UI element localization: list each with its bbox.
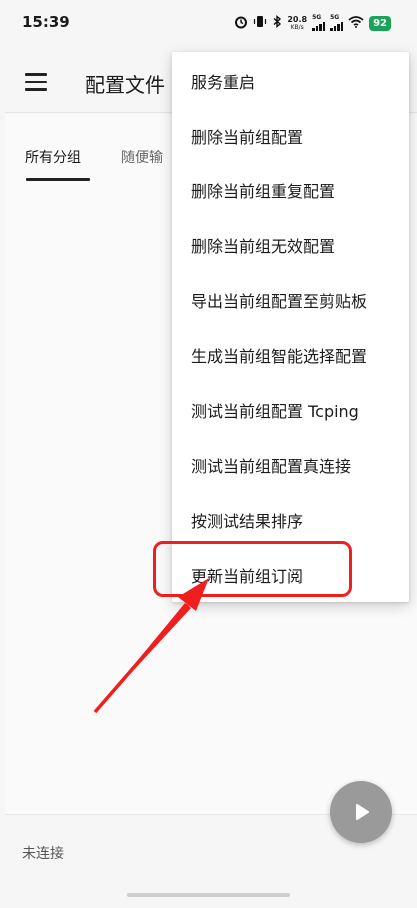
network-speed-unit: KB/s — [290, 23, 304, 31]
status-time: 15:39 — [22, 13, 70, 31]
start-connection-button[interactable] — [330, 781, 392, 843]
battery-icon: 92 — [369, 15, 391, 31]
hamburger-menu-icon[interactable] — [25, 73, 47, 91]
signal-icon — [330, 21, 344, 31]
wifi-icon — [348, 15, 364, 31]
status-icons: 20.8 KB/s 5G 5G 92 — [234, 13, 391, 33]
connection-status: 未连接 — [22, 846, 64, 862]
menu-item-generate-smart-config[interactable]: 生成当前组智能选择配置 — [172, 327, 409, 382]
menu-item-delete-duplicate-configs[interactable]: 删除当前组重复配置 — [172, 162, 409, 217]
play-icon — [356, 804, 369, 820]
overflow-menu: 服务重启 删除当前组配置 删除当前组重复配置 删除当前组无效配置 导出当前组配置… — [172, 52, 409, 602]
network-speed-value: 20.8 — [287, 14, 308, 24]
network-speed: 20.8 KB/s — [287, 14, 308, 31]
alarm-icon — [234, 15, 248, 32]
menu-item-restart-service[interactable]: 服务重启 — [172, 53, 409, 108]
menu-item-delete-invalid-configs[interactable]: 删除当前组无效配置 — [172, 217, 409, 272]
menu-item-test-tcping[interactable]: 测试当前组配置 Tcping — [172, 382, 409, 437]
page-title: 配置文件 — [85, 73, 165, 97]
status-bar: 15:39 20.8 KB/s 5G 5G 92 — [0, 0, 417, 46]
menu-item-sort-by-test-result[interactable]: 按测试结果排序 — [172, 492, 409, 547]
menu-item-export-to-clipboard[interactable]: 导出当前组配置至剪贴板 — [172, 272, 409, 327]
annotation-highlight-box — [153, 541, 352, 597]
tab-all-groups[interactable]: 所有分组 — [25, 147, 81, 167]
navigation-handle[interactable] — [127, 893, 290, 897]
menu-item-delete-group-configs[interactable]: 删除当前组配置 — [172, 108, 409, 163]
menu-item-test-real-connection[interactable]: 测试当前组配置真连接 — [172, 437, 409, 492]
signal-1: 5G — [312, 15, 326, 31]
vibrate-icon — [253, 15, 267, 31]
signal-2: 5G — [330, 15, 344, 31]
signal-icon — [312, 21, 326, 31]
bluetooth-icon — [272, 15, 282, 31]
tab-indicator — [26, 178, 90, 181]
tab-group[interactable]: 随便输 — [121, 147, 163, 167]
